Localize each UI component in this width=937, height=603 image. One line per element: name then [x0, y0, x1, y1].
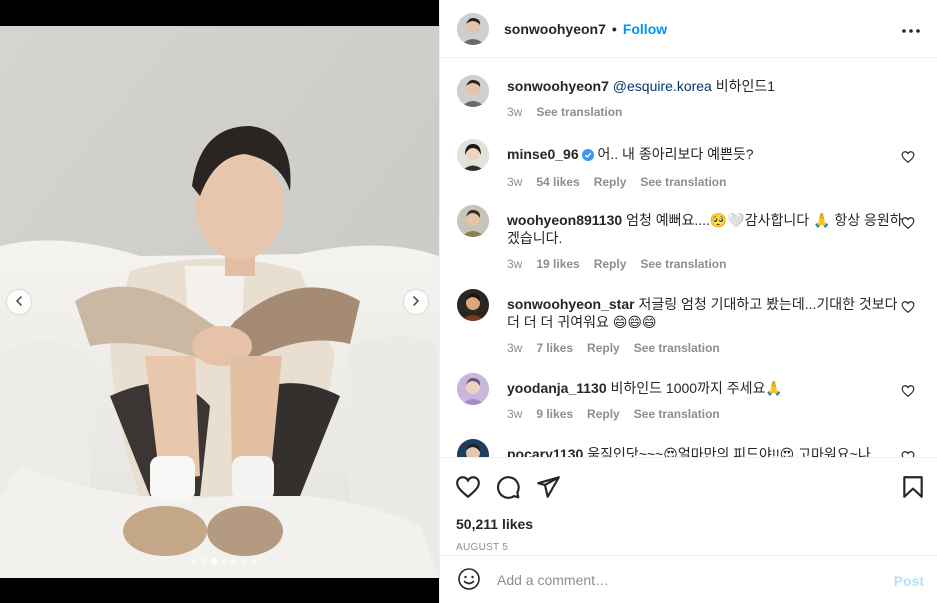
carousel-dot-active — [211, 558, 217, 564]
carousel-dot — [191, 558, 197, 564]
avatar[interactable] — [457, 139, 489, 171]
carousel-indicator — [191, 558, 257, 564]
action-bar: 50,211 likes AUGUST 5 — [440, 457, 937, 555]
comment-likes[interactable]: 19 likes — [536, 255, 579, 273]
header-username[interactable]: sonwoohyeon7 — [504, 21, 606, 37]
follow-button[interactable]: Follow — [623, 21, 667, 37]
see-translation-link[interactable]: See translation — [634, 339, 720, 357]
emoji-icon[interactable] — [457, 567, 483, 593]
see-translation-link[interactable]: See translation — [640, 173, 726, 191]
post-date[interactable]: AUGUST 5 — [456, 542, 508, 553]
avatar[interactable] — [457, 373, 489, 405]
post-button[interactable]: Post — [894, 573, 924, 589]
heart-icon[interactable] — [901, 216, 915, 230]
media-panel — [0, 0, 439, 603]
comment-likes[interactable]: 7 likes — [536, 339, 573, 357]
heart-icon[interactable] — [901, 150, 915, 164]
comments-list[interactable]: sonwoohyeon7 @esquire.korea 비하인드1 3w See… — [440, 59, 937, 457]
header-separator: • — [611, 20, 617, 37]
more-options-button[interactable] — [901, 18, 921, 38]
verified-badge-icon — [581, 147, 594, 165]
chevron-right-icon — [410, 294, 422, 310]
post-details-panel: sonwoohyeon7 • Follow sonwoohyeon7 @esqu… — [439, 0, 937, 603]
reply-button[interactable]: Reply — [594, 173, 627, 191]
heart-icon[interactable] — [901, 384, 915, 398]
comment-likes[interactable]: 54 likes — [536, 173, 579, 191]
comment-time[interactable]: 3w — [507, 255, 522, 273]
post-photo[interactable] — [0, 26, 439, 578]
comment-text: 비하인드 1000까지 주세요🙏 — [610, 380, 783, 396]
see-translation-link[interactable]: See translation — [634, 405, 720, 423]
avatar[interactable] — [457, 12, 489, 45]
bookmark-icon[interactable] — [900, 474, 928, 502]
comment-icon[interactable] — [495, 474, 523, 502]
caption-username[interactable]: sonwoohyeon7 — [507, 78, 609, 94]
reply-button[interactable]: Reply — [587, 339, 620, 357]
carousel-dot — [241, 558, 247, 564]
chevron-left-icon — [13, 294, 25, 310]
add-comment-bar: Post — [440, 555, 937, 603]
comment-time[interactable]: 3w — [507, 405, 522, 423]
post-modal: sonwoohyeon7 • Follow sonwoohyeon7 @esqu… — [0, 0, 937, 603]
heart-icon[interactable] — [901, 450, 915, 457]
caption-time[interactable]: 3w — [507, 103, 522, 121]
heart-icon[interactable] — [901, 300, 915, 314]
comment-username[interactable]: pocary1130 — [507, 446, 583, 457]
avatar[interactable] — [457, 289, 489, 321]
carousel-dot — [201, 558, 207, 564]
likes-count[interactable]: 50,211 likes — [456, 516, 533, 532]
comment-likes[interactable]: 9 likes — [536, 405, 573, 423]
comment-time[interactable]: 3w — [507, 173, 522, 191]
comment-username[interactable]: minse0_96 — [507, 146, 579, 162]
share-icon[interactable] — [535, 474, 563, 502]
post-header: sonwoohyeon7 • Follow — [440, 0, 937, 58]
carousel-prev-button[interactable] — [7, 290, 31, 314]
carousel-dot — [251, 558, 257, 564]
carousel-dot — [221, 558, 227, 564]
caption-mention[interactable]: @esquire.korea — [613, 78, 712, 94]
reply-button[interactable]: Reply — [587, 405, 620, 423]
comment-username[interactable]: woohyeon891130 — [507, 212, 622, 228]
avatar[interactable] — [457, 205, 489, 237]
avatar[interactable] — [457, 75, 489, 107]
avatar[interactable] — [457, 439, 489, 457]
more-icon — [902, 20, 920, 36]
comment-text: 움직인닷~~~😍얼마만의 피드야!!😍 고마워요~나 — [587, 446, 871, 457]
carousel-dot — [231, 558, 237, 564]
heart-icon[interactable] — [455, 474, 483, 502]
carousel-next-button[interactable] — [404, 290, 428, 314]
comment-text: 어.. 내 종아리보다 예쁜듯? — [597, 146, 754, 162]
comment-time[interactable]: 3w — [507, 339, 522, 357]
comment-username[interactable]: yoodanja_1130 — [507, 380, 607, 396]
comment-username[interactable]: sonwoohyeon_star — [507, 296, 635, 312]
comment-input[interactable] — [497, 571, 877, 588]
reply-button[interactable]: Reply — [594, 255, 627, 273]
see-translation-link[interactable]: See translation — [640, 255, 726, 273]
caption-text: 비하인드1 — [711, 78, 776, 94]
see-translation-link[interactable]: See translation — [536, 103, 622, 121]
